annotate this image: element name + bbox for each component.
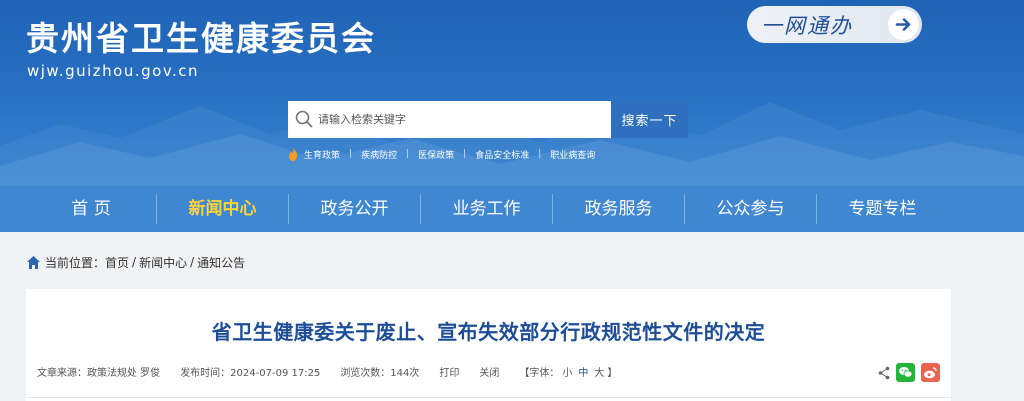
nav-item-gov-services[interactable]: 政务服务 bbox=[553, 186, 684, 232]
weibo-icon[interactable] bbox=[921, 363, 940, 382]
hot-links: 生育政策 | 疾病防控 | 医保政策 | 食品安全标准 | 职业病查询 bbox=[286, 146, 595, 162]
nav-item-special-topics[interactable]: 专题专栏 bbox=[817, 186, 948, 232]
search-icon bbox=[294, 109, 314, 129]
breadcrumb: 当前位置： 首页 / 新闻中心 / 通知公告 bbox=[26, 252, 245, 272]
breadcrumb-news-center[interactable]: 新闻中心 bbox=[139, 254, 187, 271]
search-box bbox=[288, 101, 611, 138]
article-view-count: 浏览次数：144次 bbox=[340, 367, 420, 379]
hot-link-separator: | bbox=[463, 149, 467, 159]
breadcrumb-notices[interactable]: 通知公告 bbox=[197, 254, 245, 271]
share-bar bbox=[878, 363, 940, 382]
article-panel: 省卫生健康委关于废止、宣布失效部分行政规范性文件的决定 文章来源：政策法规处 罗… bbox=[26, 289, 951, 401]
hot-link-separator: | bbox=[349, 149, 353, 159]
font-size-suffix: 】 bbox=[607, 367, 618, 379]
article-meta: 文章来源：政策法规处 罗俊 发布时间：2024-07-09 17:25 浏览次数… bbox=[37, 363, 617, 379]
search-button[interactable]: 搜索一下 bbox=[611, 101, 688, 138]
search-input[interactable] bbox=[318, 101, 608, 138]
arrow-right-icon bbox=[888, 9, 919, 40]
site-domain: wjw.guizhou.gov.cn bbox=[27, 62, 200, 80]
font-size-prefix: 【字体： bbox=[519, 367, 560, 379]
wechat-icon[interactable] bbox=[896, 363, 915, 382]
print-link[interactable]: 打印 bbox=[439, 364, 459, 379]
hot-link-separator: | bbox=[406, 149, 410, 159]
share-icon[interactable] bbox=[878, 366, 890, 380]
nav-item-public-participation[interactable]: 公众参与 bbox=[685, 186, 816, 232]
hot-link-occupational-disease[interactable]: 职业病查询 bbox=[550, 148, 595, 161]
breadcrumb-separator: / bbox=[132, 255, 137, 269]
site-header: 贵州省卫生健康委员会 wjw.guizhou.gov.cn 一网通办 搜索一下 … bbox=[0, 0, 1024, 186]
nav-item-home[interactable]: 首 页 bbox=[26, 186, 156, 232]
hot-link-food-safety[interactable]: 食品安全标准 bbox=[475, 148, 529, 161]
one-net-label: 一网通办 bbox=[761, 14, 853, 38]
site-title: 贵州省卫生健康委员会 bbox=[26, 19, 376, 58]
font-size-large[interactable]: 大 bbox=[594, 368, 604, 379]
article-source: 文章来源：政策法规处 罗俊 bbox=[37, 367, 161, 379]
hot-link-birth-policy[interactable]: 生育政策 bbox=[304, 148, 340, 161]
breadcrumb-home[interactable]: 首页 bbox=[105, 254, 129, 271]
article-published-time: 发布时间：2024-07-09 17:25 bbox=[180, 367, 321, 379]
hot-link-separator: | bbox=[538, 149, 542, 159]
hot-link-disease-control[interactable]: 疾病防控 bbox=[361, 148, 397, 161]
main-nav: 首 页 新闻中心 政务公开 业务工作 政务服务 公众参与 专题专栏 bbox=[0, 186, 1024, 232]
nav-item-news[interactable]: 新闻中心 bbox=[157, 186, 288, 232]
close-link[interactable]: 关闭 bbox=[479, 364, 499, 379]
article-divider bbox=[26, 397, 951, 398]
hot-link-medical-insurance[interactable]: 医保政策 bbox=[418, 148, 454, 161]
one-net-service-button[interactable]: 一网通办 bbox=[747, 6, 922, 43]
nav-item-business-work[interactable]: 业务工作 bbox=[421, 186, 552, 232]
nav-item-gov-affairs-disclosure[interactable]: 政务公开 bbox=[289, 186, 420, 232]
home-icon bbox=[27, 255, 40, 269]
font-size-medium[interactable]: 中 bbox=[578, 368, 588, 379]
breadcrumb-separator: / bbox=[190, 255, 195, 269]
font-size-small[interactable]: 小 bbox=[562, 368, 572, 379]
article-title: 省卫生健康委关于废止、宣布失效部分行政规范性文件的决定 bbox=[211, 320, 766, 344]
breadcrumb-label: 当前位置： bbox=[45, 255, 106, 270]
font-size-control: 【字体：小中大】 bbox=[519, 364, 617, 379]
flame-icon bbox=[289, 147, 297, 161]
